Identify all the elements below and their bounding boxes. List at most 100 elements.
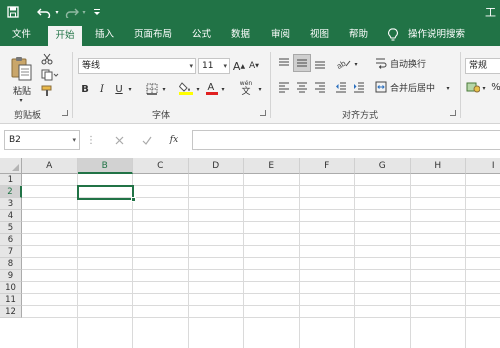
tab-review[interactable]: 审阅 [271, 24, 290, 46]
save-icon[interactable] [6, 4, 20, 20]
borders-icon[interactable] [145, 82, 159, 96]
paste-button[interactable]: 粘贴 [10, 84, 34, 97]
gridline [22, 257, 500, 258]
alignment-launcher-icon[interactable] [450, 110, 456, 116]
select-all-button[interactable] [0, 158, 22, 174]
group-label-alignment: 对齐方式 [342, 111, 379, 121]
decrease-indent-icon[interactable] [334, 80, 348, 94]
wrap-text-button[interactable]: 自动换行 [390, 56, 426, 70]
cut-icon[interactable] [40, 52, 54, 66]
column-header-a[interactable]: A [22, 158, 78, 174]
column-header-h[interactable]: H [410, 158, 466, 174]
gridline [22, 317, 500, 318]
fill-color-dropdown-icon[interactable]: ▾ [194, 82, 202, 96]
redo-icon[interactable] [64, 4, 80, 20]
column-header-b[interactable]: B [77, 158, 133, 174]
row-header-2[interactable]: 2 [0, 186, 22, 198]
underline-button[interactable]: U [113, 82, 125, 96]
row-header-4[interactable]: 4 [0, 210, 22, 222]
redo-dropdown-icon[interactable]: ▾ [80, 4, 88, 20]
name-box[interactable]: B2 ▾ [4, 130, 80, 150]
row-header-1[interactable]: 1 [0, 174, 22, 186]
bold-button[interactable]: B [79, 82, 91, 96]
name-box-value: B2 [9, 135, 21, 145]
percent-style-button[interactable]: % [490, 80, 500, 94]
underline-dropdown-icon[interactable]: ▾ [126, 82, 134, 96]
tab-view[interactable]: 视图 [310, 24, 329, 46]
phonetic-guide-button[interactable]: wén 文 [236, 78, 256, 98]
cancel-icon[interactable] [112, 132, 126, 148]
align-left-icon[interactable] [277, 80, 291, 94]
middle-align-icon[interactable] [293, 54, 311, 72]
enter-icon[interactable] [140, 132, 154, 148]
group-separator [270, 52, 271, 118]
fill-color-icon[interactable] [178, 80, 194, 96]
row-header-5[interactable]: 5 [0, 222, 22, 234]
tab-help[interactable]: 帮助 [349, 24, 368, 46]
row-header-3[interactable]: 3 [0, 198, 22, 210]
font-size-select[interactable]: 11 ▾ [198, 58, 230, 74]
row-header-11[interactable]: 11 [0, 294, 22, 306]
tab-formulas[interactable]: 公式 [192, 24, 211, 46]
tab-home[interactable]: 开始 [48, 26, 82, 46]
tab-page-layout[interactable]: 页面布局 [134, 24, 172, 46]
lightbulb-icon[interactable] [388, 24, 400, 46]
bottom-align-icon[interactable] [313, 56, 327, 70]
row-header-9[interactable]: 9 [0, 270, 22, 282]
tab-file[interactable]: 文件 [12, 24, 31, 46]
number-format-select[interactable]: 常规 [465, 58, 500, 74]
accounting-dropdown-icon[interactable]: ▾ [480, 82, 488, 94]
gridline [22, 221, 500, 222]
align-center-icon[interactable] [295, 80, 309, 94]
column-header-e[interactable]: E [244, 158, 300, 174]
accounting-format-icon[interactable] [466, 80, 480, 94]
column-header-d[interactable]: D [188, 158, 244, 174]
row-header-7[interactable]: 7 [0, 246, 22, 258]
font-color-icon[interactable]: A [205, 80, 219, 96]
italic-button[interactable]: I [96, 82, 108, 96]
formula-bar: B2 ▾ ⋮ fx [0, 124, 500, 158]
orientation-icon[interactable]: ab [336, 56, 352, 70]
column-header-i[interactable]: I [466, 158, 500, 174]
row-header-12[interactable]: 12 [0, 306, 22, 318]
font-name-select[interactable]: 等线 ▾ [78, 58, 196, 74]
wrap-text-icon[interactable] [374, 56, 388, 70]
merge-center-button[interactable]: 合并后居中 [390, 80, 435, 94]
row-header-8[interactable]: 8 [0, 258, 22, 270]
tell-me-search[interactable]: 操作说明搜索 [408, 24, 465, 46]
paste-icon[interactable] [8, 54, 34, 82]
increase-font-size-button[interactable]: A ▲ [233, 58, 245, 74]
borders-dropdown-icon[interactable]: ▾ [160, 82, 168, 96]
row-header-6[interactable]: 6 [0, 234, 22, 246]
column-header-f[interactable]: F [299, 158, 355, 174]
merge-center-icon[interactable] [374, 80, 388, 94]
tab-data[interactable]: 数据 [231, 24, 250, 46]
font-launcher-icon[interactable] [260, 110, 266, 116]
selected-cell[interactable] [77, 185, 136, 202]
decrease-font-size-button[interactable]: A ▼ [248, 58, 260, 74]
column-header-c[interactable]: C [133, 158, 189, 174]
column-header-g[interactable]: G [355, 158, 411, 174]
increase-indent-icon[interactable] [352, 80, 366, 94]
customize-qat-icon[interactable] [92, 4, 102, 20]
undo-icon[interactable] [36, 4, 52, 20]
clipboard-launcher-icon[interactable] [62, 110, 68, 116]
fill-handle[interactable] [131, 197, 136, 202]
row-header-10[interactable]: 10 [0, 282, 22, 294]
format-painter-icon[interactable] [40, 84, 54, 98]
tab-insert[interactable]: 插入 [95, 24, 114, 46]
formula-input[interactable] [192, 130, 500, 150]
worksheet-grid[interactable]: A B C D E F G H I 1 2 3 4 5 6 7 8 9 10 11 12 [0, 158, 500, 348]
gridline [298, 174, 300, 348]
orientation-dropdown-icon[interactable]: ▾ [352, 58, 360, 70]
undo-dropdown-icon[interactable]: ▾ [53, 4, 61, 20]
top-align-icon[interactable] [277, 56, 291, 70]
phonetic-dropdown-icon[interactable]: ▾ [256, 82, 264, 96]
formula-bar-grip-icon[interactable]: ⋮ [86, 132, 96, 148]
insert-function-button[interactable]: fx [166, 132, 182, 148]
copy-icon[interactable] [40, 68, 60, 82]
align-right-icon[interactable] [313, 80, 327, 94]
paste-dropdown-icon[interactable]: ▾ [16, 96, 26, 104]
merge-dropdown-icon[interactable]: ▾ [444, 82, 452, 94]
font-color-dropdown-icon[interactable]: ▾ [219, 82, 227, 96]
